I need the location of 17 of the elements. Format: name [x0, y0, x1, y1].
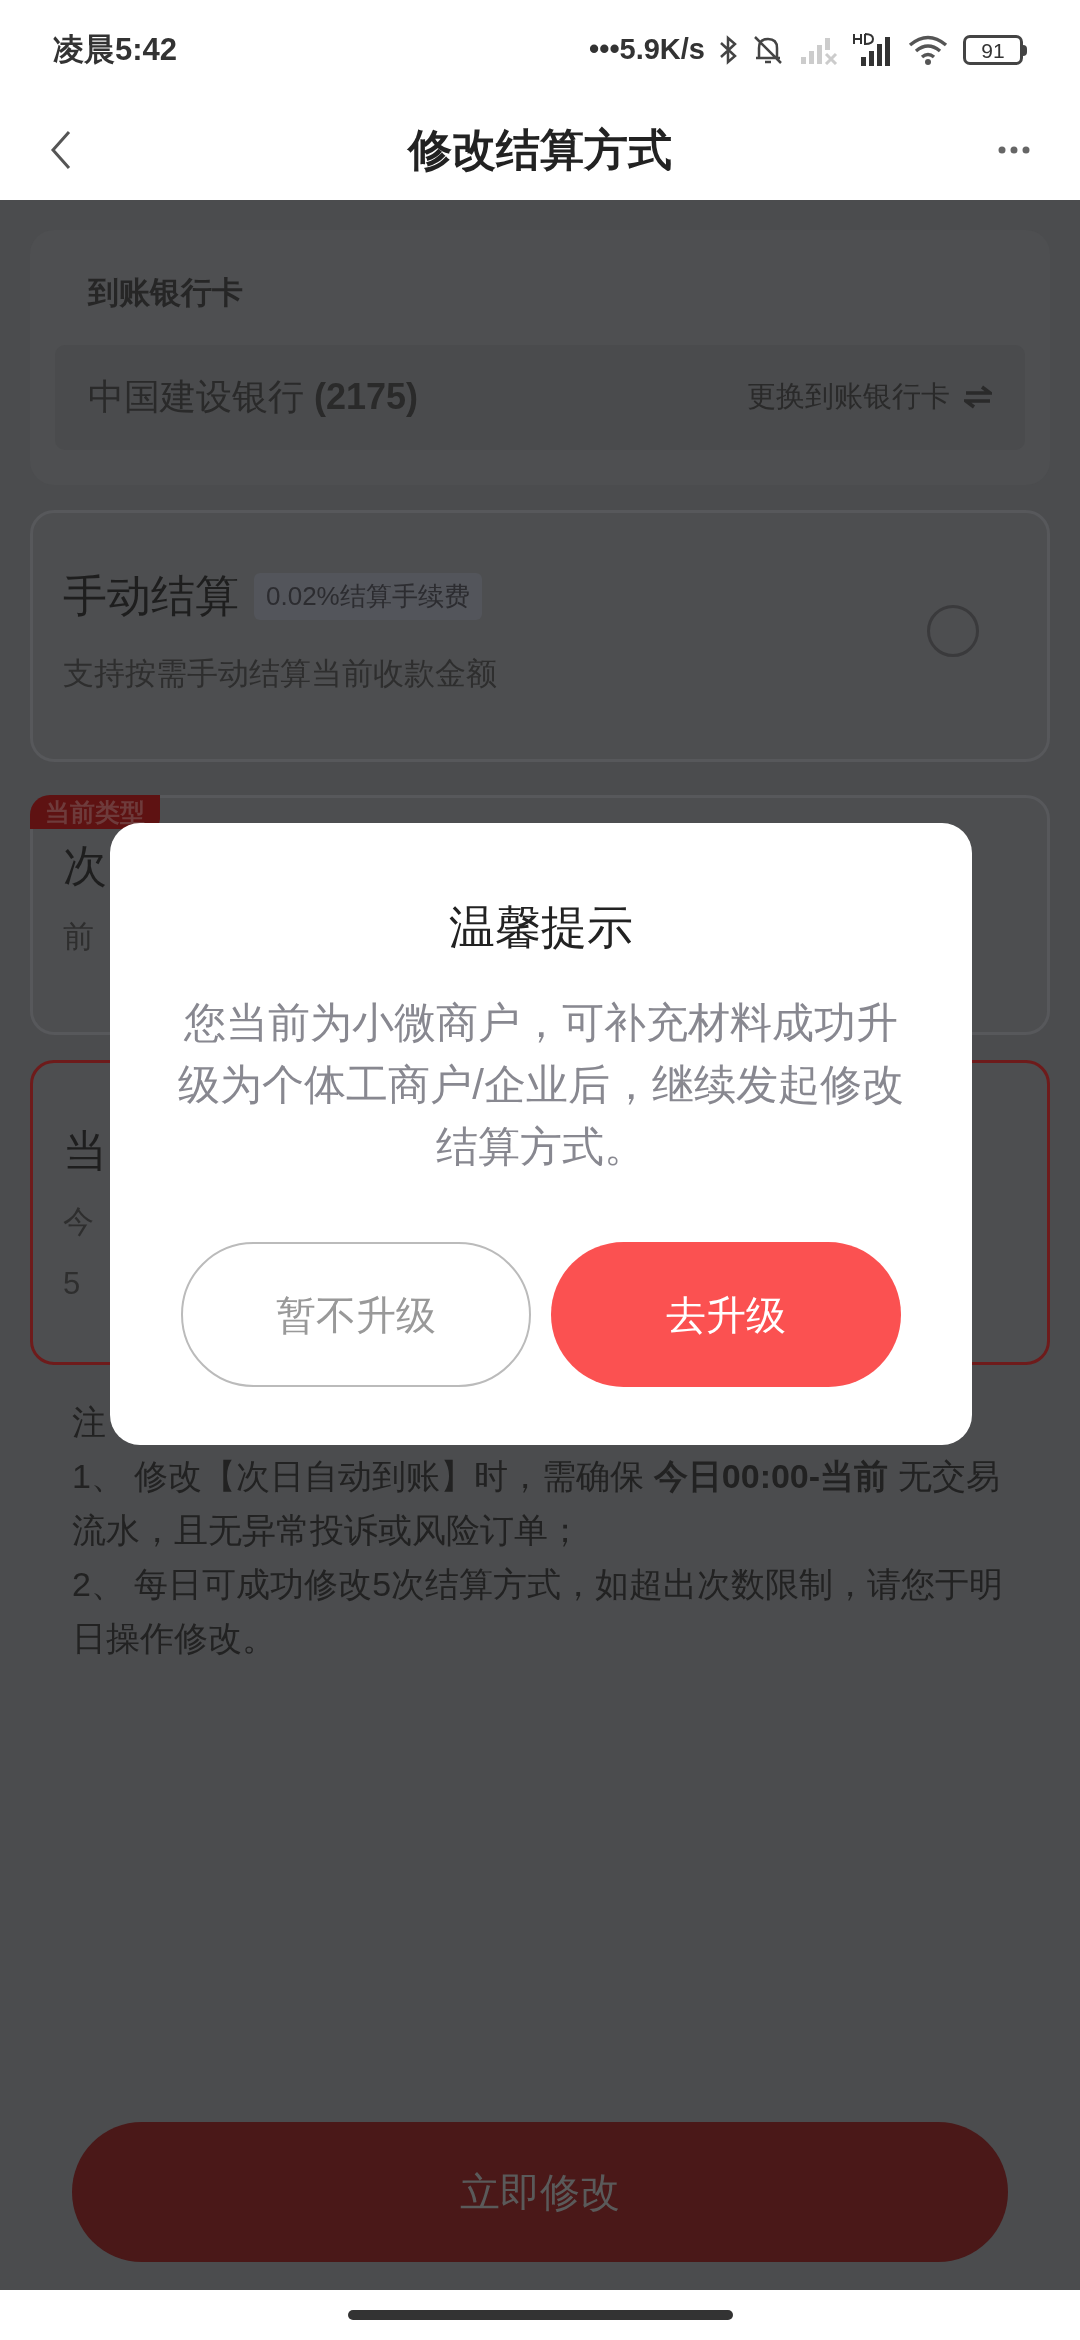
status-time: 凌晨5:42 — [53, 30, 178, 69]
not-now-button[interactable]: 暂不升级 — [181, 1242, 531, 1387]
wifi-icon — [907, 35, 949, 65]
more-icon[interactable] — [998, 145, 1030, 155]
signal-hd-icon — [853, 33, 893, 67]
submit-button[interactable]: 立即修改 — [72, 2122, 1008, 2262]
signal-icon — [799, 35, 839, 65]
network-speed: •••5.9K/s — [589, 32, 705, 68]
battery-level: 91 — [981, 39, 1005, 61]
page-title: 修改结算方式 — [408, 124, 672, 176]
bluetooth-icon — [719, 34, 737, 66]
dialog-title: 温馨提示 — [449, 900, 633, 955]
back-icon[interactable] — [50, 130, 72, 170]
dialog-message: 您当前为小微商户，可补充材料成功升级为个体工商户/企业后，继续发起修改结算方式。 — [177, 998, 905, 1172]
swap-icon[interactable] — [964, 385, 992, 409]
home-indicator[interactable] — [347, 2310, 733, 2320]
upgrade-button[interactable]: 去升级 — [551, 1242, 901, 1387]
